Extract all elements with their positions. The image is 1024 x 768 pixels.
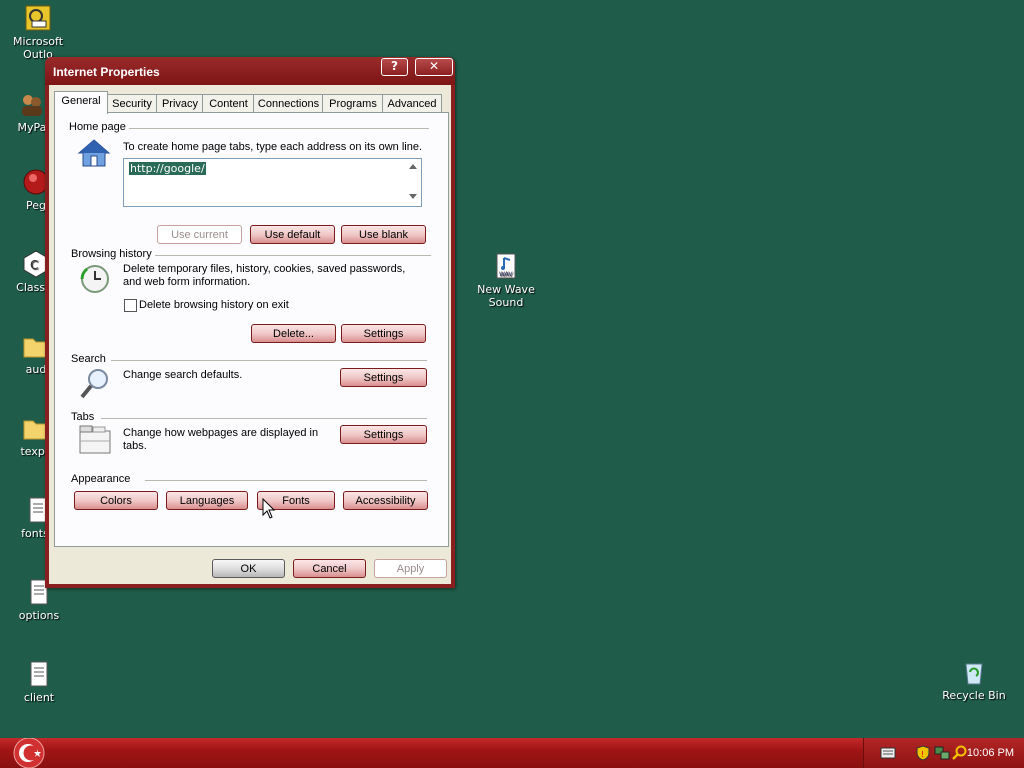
search-heading: Search <box>71 353 106 365</box>
apply-button[interactable]: Apply <box>374 559 447 578</box>
divider <box>145 480 427 481</box>
security-shield-icon[interactable]: ! <box>916 745 930 761</box>
cancel-button[interactable]: Cancel <box>293 559 366 578</box>
search-settings-button[interactable]: Settings <box>340 368 427 387</box>
desktop-icon-label: fontsc <box>21 527 46 540</box>
folder-icon <box>23 338 46 358</box>
internet-properties-dialog: Internet Properties ? ✕ General Security… <box>45 57 455 588</box>
history-settings-button[interactable]: Settings <box>341 324 426 343</box>
tab-content[interactable]: Content <box>202 94 255 113</box>
divider <box>129 128 429 129</box>
search-icon[interactable] <box>952 745 968 761</box>
tab-security[interactable]: Security <box>106 94 158 113</box>
desktop-icon-aud[interactable]: aud <box>0 332 46 376</box>
keyboard-icon[interactable] <box>880 746 896 760</box>
browsing-history-heading: Browsing history <box>71 248 152 260</box>
recycle-bin-icon <box>965 663 983 685</box>
desktop-icon-label: ClassiC <box>16 281 46 294</box>
desktop-icon-label: options <box>18 609 60 622</box>
close-button[interactable]: ✕ <box>415 58 453 76</box>
desktop-icon-label: New Wave <box>477 283 535 296</box>
desktop-icon-new-wave-sound[interactable]: WAV New Wave Sound <box>466 252 546 309</box>
scroll-up-icon[interactable] <box>409 164 417 169</box>
divider <box>111 360 427 361</box>
window-title: Internet Properties <box>53 65 160 79</box>
tab-connections[interactable]: Connections <box>253 94 324 113</box>
mouse-cursor-icon <box>262 498 276 519</box>
folder-icon <box>23 420 46 440</box>
desktop-icon-label: Microsoft <box>12 35 64 48</box>
tabs-heading: Tabs <box>71 411 95 423</box>
start-button[interactable] <box>10 738 48 768</box>
tab-advanced[interactable]: Advanced <box>382 94 442 113</box>
browsing-history-description: Delete temporary files, history, cookies… <box>123 263 406 275</box>
history-clock-icon <box>80 265 109 293</box>
accessibility-button[interactable]: Accessibility <box>343 491 428 510</box>
general-tab-panel: Home page To create home page tabs, type… <box>54 112 449 547</box>
desktop-icon-label: Peg <box>26 199 46 212</box>
tabs-description: Change how webpages are displayed in <box>123 427 319 439</box>
desktop-icon-client[interactable]: client <box>0 660 79 704</box>
home-page-heading: Home page <box>69 121 126 133</box>
divider <box>155 255 431 256</box>
taskbar-clock[interactable]: 10:06 PM <box>967 747 1014 759</box>
tab-general[interactable]: General <box>54 91 108 114</box>
text-file-icon <box>29 497 46 523</box>
home-page-textarea[interactable]: http://google/ <box>123 158 422 207</box>
desktop-icon-label: MyPa <box>17 121 46 134</box>
delete-history-button[interactable]: Delete... <box>251 324 336 343</box>
svg-text:WAV: WAV <box>499 271 513 278</box>
desktop-icon-recycle-bin[interactable]: Recycle Bin <box>934 658 1014 702</box>
svg-text:!: ! <box>921 750 924 759</box>
appearance-heading: Appearance <box>71 473 131 485</box>
desktop-icon-label: Sound <box>488 296 524 309</box>
desktop-icon-mypa[interactable]: MyPa <box>0 90 46 134</box>
home-icon <box>77 139 111 167</box>
home-page-instruction: To create home page tabs, type each addr… <box>123 141 423 153</box>
desktop-icon-label: texpa <box>20 445 46 458</box>
text-file-icon <box>30 661 48 687</box>
desktop-icon-label: client <box>23 691 55 704</box>
classic-icon: C <box>23 250 46 278</box>
peg-icon <box>23 169 46 195</box>
use-current-button[interactable]: Use current <box>157 225 242 244</box>
network-icon[interactable] <box>934 745 950 761</box>
desktop-icon-fontsc[interactable]: fontsc <box>0 496 46 540</box>
tabs-description-2: tabs. <box>123 440 147 452</box>
taskbar: ! 10:06 PM <box>0 738 1024 768</box>
ok-button[interactable]: OK <box>212 559 285 578</box>
desktop-icon-classic[interactable]: C ClassiC <box>0 250 46 294</box>
wav-file-icon: WAV <box>496 253 516 279</box>
languages-button[interactable]: Languages <box>166 491 248 510</box>
people-icon <box>22 95 42 116</box>
desktop-icon-texpa[interactable]: texpa <box>0 414 46 458</box>
help-button[interactable]: ? <box>381 58 408 76</box>
colors-button[interactable]: Colors <box>74 491 158 510</box>
delete-on-exit-checkbox[interactable] <box>124 299 137 312</box>
delete-on-exit-label[interactable]: Delete browsing history on exit <box>139 299 289 312</box>
browsing-history-description-2: and web form information. <box>123 276 251 288</box>
desktop-icon-peg[interactable]: Peg <box>0 168 46 212</box>
search-description: Change search defaults. <box>123 369 243 381</box>
desktop-icon-label: Recycle Bin <box>942 689 1006 702</box>
use-blank-button[interactable]: Use blank <box>341 225 426 244</box>
desktop-icon-label: aud <box>25 363 46 376</box>
tab-programs[interactable]: Programs <box>322 94 384 113</box>
magnifier-icon <box>80 369 108 399</box>
tab-privacy[interactable]: Privacy <box>156 94 204 113</box>
desktop-icon-outlook[interactable]: Microsoft Outlo <box>0 4 78 61</box>
use-default-button[interactable]: Use default <box>250 225 335 244</box>
home-page-value: http://google/ <box>129 162 206 175</box>
system-tray: ! 10:06 PM <box>863 738 1024 768</box>
outlook-icon <box>25 5 51 31</box>
tabs-settings-button[interactable]: Settings <box>340 425 427 444</box>
scroll-down-icon[interactable] <box>409 194 417 199</box>
divider <box>101 418 427 419</box>
title-bar[interactable]: Internet Properties ? ✕ <box>45 57 455 85</box>
dialog-client-area: General Security Privacy Content Connect… <box>49 85 451 584</box>
textarea-scrollbar[interactable] <box>405 159 421 206</box>
svg-text:C: C <box>30 258 38 272</box>
tabs-icon <box>79 425 111 454</box>
